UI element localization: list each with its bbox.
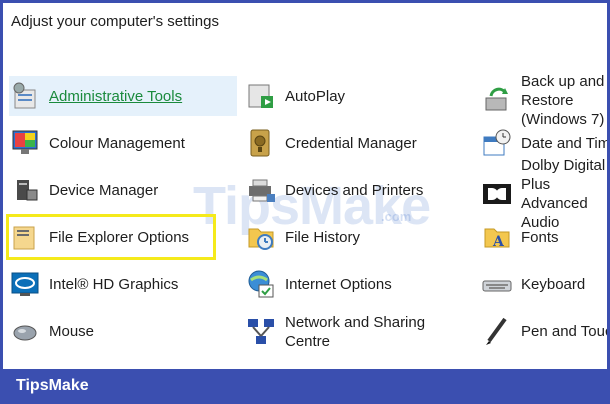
calendar-clock-icon: [481, 127, 513, 159]
date-and-time-label: Date and Time: [521, 134, 607, 152]
item-network-and-sharing-centre[interactable]: Network and Sharing Centre: [245, 308, 473, 356]
folder-options-icon: [9, 221, 41, 253]
item-file-history[interactable]: File History: [245, 217, 473, 257]
item-device-manager[interactable]: Device Manager: [9, 170, 237, 210]
autoplay-icon: [245, 80, 277, 112]
dolby-icon: [481, 178, 513, 210]
network-and-sharing-centre-label: Network and Sharing Centre: [285, 314, 426, 350]
item-fonts[interactable]: A Fonts: [481, 217, 607, 257]
intel-graphics-icon: [9, 268, 41, 300]
item-internet-options[interactable]: Internet Options: [245, 264, 473, 304]
credential-manager-label: Credential Manager: [285, 134, 417, 152]
item-keyboard[interactable]: Keyboard: [481, 264, 607, 304]
item-file-explorer-options[interactable]: File Explorer Options: [6, 214, 216, 260]
fonts-label: Fonts: [521, 228, 559, 246]
backup-and-restore-label: Back up and Restore (Windows 7): [521, 72, 605, 128]
file-history-icon: [245, 221, 277, 253]
mouse-icon: [9, 315, 41, 347]
colour-management-label: Colour Management: [49, 134, 185, 152]
footer-bar: TipsMake: [0, 369, 610, 404]
svg-text:A: A: [492, 234, 505, 250]
item-autoplay[interactable]: AutoPlay: [245, 76, 473, 116]
item-mouse[interactable]: Mouse: [9, 311, 237, 351]
administrative-tools-icon: [9, 80, 41, 112]
mouse-label: Mouse: [49, 322, 95, 340]
device-manager-label: Device Manager: [49, 181, 159, 199]
colour-management-icon: [9, 127, 41, 159]
fonts-icon: A: [481, 221, 513, 253]
page-title: Adjust your computer's settings: [11, 13, 219, 30]
item-intel-hd-graphics[interactable]: Intel® HD Graphics: [9, 264, 237, 304]
internet-options-label: Internet Options: [285, 275, 392, 293]
printer-icon: [245, 174, 277, 206]
pen-and-touch-label: Pen and Touch: [521, 322, 607, 340]
credential-manager-icon: [245, 127, 277, 159]
item-devices-and-printers[interactable]: Devices and Printers: [245, 170, 473, 210]
keyboard-label: Keyboard: [521, 275, 586, 293]
item-administrative-tools[interactable]: Administrative Tools: [9, 76, 237, 116]
administrative-tools-label: Administrative Tools: [49, 87, 183, 105]
item-backup-and-restore[interactable]: Back up and Restore (Windows 7): [481, 73, 607, 128]
backup-restore-icon: [481, 84, 513, 116]
item-dolby-digital-plus[interactable]: Dolby Digital Plus Advanced Audio: [481, 157, 607, 231]
pen-icon: [481, 315, 513, 347]
intel-hd-graphics-label: Intel® HD Graphics: [49, 275, 179, 293]
item-credential-manager[interactable]: Credential Manager: [245, 123, 473, 163]
devices-and-printers-label: Devices and Printers: [285, 181, 424, 199]
autoplay-label: AutoPlay: [285, 87, 346, 105]
item-colour-management[interactable]: Colour Management: [9, 123, 237, 163]
file-explorer-options-label: File Explorer Options: [49, 228, 190, 246]
network-icon: [245, 316, 277, 348]
control-panel-window: Adjust your computer's settings TipsMake…: [3, 3, 607, 369]
internet-options-icon: [245, 268, 277, 300]
item-pen-and-touch[interactable]: Pen and Touch: [481, 311, 607, 351]
keyboard-icon: [481, 268, 513, 300]
file-history-label: File History: [285, 228, 361, 246]
footer-brand: TipsMake: [16, 377, 89, 394]
device-manager-icon: [9, 174, 41, 206]
